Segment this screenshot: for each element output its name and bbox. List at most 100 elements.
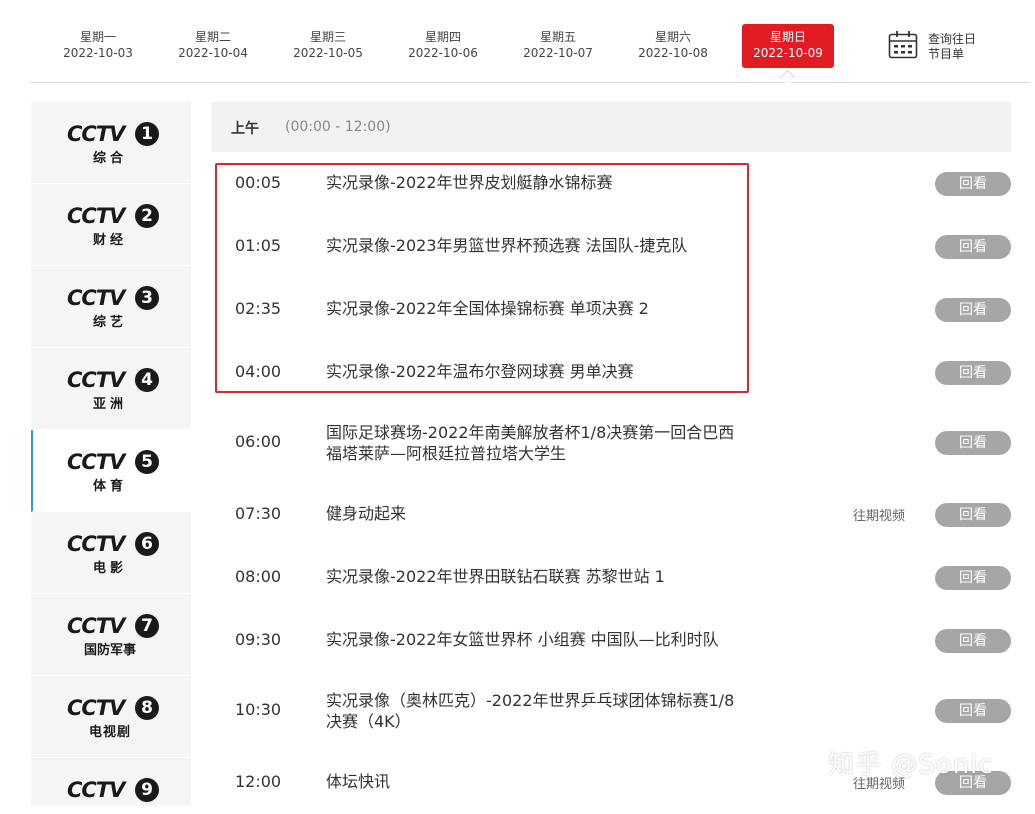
program-title[interactable]: 实况录像-2023年男篮世界杯预选赛 法国队-捷克队 xyxy=(326,235,746,256)
day-name: 星期五 xyxy=(539,30,576,44)
program-row: 06:00 国际足球赛场-2022年南美解放者杯1/8决赛第一回合巴西福塔莱萨—… xyxy=(211,404,1011,483)
logo-channel-name: 财经 xyxy=(92,233,127,248)
day-tab-fri[interactable]: 星期五 2022-10-07 xyxy=(512,24,604,68)
program-time: 01:05 xyxy=(235,236,282,255)
program-time: 04:00 xyxy=(235,362,282,381)
cctv8-logo: CCTV 8 电视剧 xyxy=(65,696,165,740)
program-title[interactable]: 实况录像-2022年世界皮划艇静水锦标赛 xyxy=(326,172,746,193)
program-time: 08:00 xyxy=(235,567,282,586)
logo-number: 7 xyxy=(135,614,159,638)
day-date: 2022-10-05 xyxy=(293,46,363,60)
logo-number: 6 xyxy=(135,532,159,556)
channel-item-cctv3[interactable]: CCTV 3 综艺 xyxy=(31,266,191,348)
program-title[interactable]: 健身动起来 xyxy=(326,503,746,524)
cctv6-logo: CCTV 6 电影 xyxy=(65,532,165,576)
cctv4-logo: CCTV 4 亚洲 xyxy=(65,368,165,412)
program-title[interactable]: 实况录像-2022年温布尔登网球赛 男单决赛 xyxy=(326,361,746,382)
program-time: 07:30 xyxy=(235,504,282,523)
program-title[interactable]: 实况录像-2022年世界田联钻石联赛 苏黎世站 1 xyxy=(326,566,746,587)
program-time: 02:35 xyxy=(235,299,282,318)
watermark: 知乎 @Sonic xyxy=(828,750,994,780)
replay-button[interactable]: 回看 xyxy=(935,172,1011,196)
date-bar: 星期一 2022-10-03 星期二 2022-10-04 星期三 2022-1… xyxy=(30,0,1030,83)
day-name: 星期六 xyxy=(654,30,691,44)
program-row: 02:35 实况录像-2022年全国体操锦标赛 单项决赛 2 回看 xyxy=(211,278,1011,341)
cctv9-logo: CCTV 9 纪录 xyxy=(65,778,165,806)
past-videos-link[interactable]: 往期视频 xyxy=(853,505,905,524)
cctv2-logo: CCTV 2 财经 xyxy=(65,204,165,248)
program-time: 09:30 xyxy=(235,630,282,649)
day-name: 星期一 xyxy=(79,30,116,44)
cctv3-logo: CCTV 3 综艺 xyxy=(65,286,165,330)
channel-item-cctv6[interactable]: CCTV 6 电影 xyxy=(31,512,191,594)
query-past-label: 查询往日 节目单 xyxy=(928,32,977,61)
program-row: 04:00 实况录像-2022年温布尔登网球赛 男单决赛 回看 xyxy=(211,341,1011,404)
channel-sidebar: CCTV 1 综合 CCTV 2 财经 CCTV 3 综艺 CCTV 4 亚洲 … xyxy=(31,102,191,806)
channel-item-cctv1[interactable]: CCTV 1 综合 xyxy=(31,102,191,184)
logo-channel-name: 体育 xyxy=(92,479,127,494)
logo-brand: CCTV xyxy=(67,778,125,802)
day-date: 2022-10-09 xyxy=(753,46,823,60)
program-time: 06:00 xyxy=(235,432,282,451)
logo-brand: CCTV xyxy=(67,368,125,392)
cctv1-logo: CCTV 1 综合 xyxy=(65,122,165,166)
logo-channel-name: 国防军事 xyxy=(83,643,136,658)
program-title[interactable]: 实况录像（奥林匹克）-2022年世界乒乓球团体锦标赛1/8决赛（4K） xyxy=(326,690,746,732)
cctv7-logo: CCTV 7 国防军事 xyxy=(65,614,165,658)
cctv5-logo: CCTV 5 体育 xyxy=(65,450,165,494)
logo-number: 2 xyxy=(135,204,159,228)
logo-channel-name: 综艺 xyxy=(92,315,127,330)
day-name: 星期四 xyxy=(424,30,461,44)
replay-button[interactable]: 回看 xyxy=(935,566,1011,590)
replay-button[interactable]: 回看 xyxy=(935,361,1011,385)
day-tab-tue[interactable]: 星期二 2022-10-04 xyxy=(167,24,259,68)
logo-channel-name: 电影 xyxy=(92,561,127,576)
day-date: 2022-10-06 xyxy=(408,46,478,60)
replay-button[interactable]: 回看 xyxy=(935,431,1011,455)
logo-number: 8 xyxy=(135,696,159,720)
day-tab-thu[interactable]: 星期四 2022-10-06 xyxy=(397,24,489,68)
day-date: 2022-10-08 xyxy=(638,46,708,60)
program-title[interactable]: 体坛快讯 xyxy=(326,771,746,792)
channel-item-cctv5[interactable]: CCTV 5 体育 xyxy=(31,430,191,512)
program-row: 09:30 实况录像-2022年女篮世界杯 小组赛 中国队—比利时队 回看 xyxy=(211,609,1011,672)
logo-brand: CCTV xyxy=(67,532,125,556)
logo-channel-name: 电视剧 xyxy=(88,725,131,740)
program-row: 08:00 实况录像-2022年世界田联钻石联赛 苏黎世站 1 回看 xyxy=(211,546,1011,609)
day-name: 星期日 xyxy=(769,30,806,44)
program-title[interactable]: 国际足球赛场-2022年南美解放者杯1/8决赛第一回合巴西福塔莱萨—阿根廷拉普拉… xyxy=(326,422,736,464)
program-time: 10:30 xyxy=(235,700,282,719)
logo-number: 5 xyxy=(135,450,159,474)
channel-item-cctv9[interactable]: CCTV 9 纪录 xyxy=(31,758,191,806)
day-date: 2022-10-04 xyxy=(178,46,248,60)
channel-item-cctv7[interactable]: CCTV 7 国防军事 xyxy=(31,594,191,676)
query-past-schedule-button[interactable]: 查询往日 节目单 xyxy=(888,30,998,66)
calendar-icon xyxy=(888,31,918,59)
day-name: 星期三 xyxy=(309,30,346,44)
program-title[interactable]: 实况录像-2022年女篮世界杯 小组赛 中国队—比利时队 xyxy=(326,629,746,650)
logo-brand: CCTV xyxy=(67,696,125,720)
channel-item-cctv8[interactable]: CCTV 8 电视剧 xyxy=(31,676,191,758)
period-range: (00:00 - 12:00) xyxy=(285,119,391,135)
day-tab-mon[interactable]: 星期一 2022-10-03 xyxy=(52,24,144,68)
day-tab-wed[interactable]: 星期三 2022-10-05 xyxy=(282,24,374,68)
program-title[interactable]: 实况录像-2022年全国体操锦标赛 单项决赛 2 xyxy=(326,298,746,319)
replay-button[interactable]: 回看 xyxy=(935,503,1011,527)
logo-number: 1 xyxy=(135,122,159,146)
replay-button[interactable]: 回看 xyxy=(935,699,1011,723)
logo-brand: CCTV xyxy=(67,204,125,228)
day-tab-sat[interactable]: 星期六 2022-10-08 xyxy=(627,24,719,68)
channel-item-cctv4[interactable]: CCTV 4 亚洲 xyxy=(31,348,191,430)
replay-button[interactable]: 回看 xyxy=(935,235,1011,259)
period-header: 上午 (00:00 - 12:00) xyxy=(211,102,1011,152)
program-time: 00:05 xyxy=(235,173,282,192)
period-label: 上午 xyxy=(231,121,259,137)
day-date: 2022-10-03 xyxy=(63,46,133,60)
replay-button[interactable]: 回看 xyxy=(935,629,1011,653)
replay-button[interactable]: 回看 xyxy=(935,298,1011,322)
day-date: 2022-10-07 xyxy=(523,46,593,60)
channel-item-cctv2[interactable]: CCTV 2 财经 xyxy=(31,184,191,266)
program-row: 10:30 实况录像（奥林匹克）-2022年世界乒乓球团体锦标赛1/8决赛（4K… xyxy=(211,672,1011,751)
logo-number: 3 xyxy=(135,286,159,310)
day-tab-sun[interactable]: 星期日 2022-10-09 xyxy=(742,24,834,68)
